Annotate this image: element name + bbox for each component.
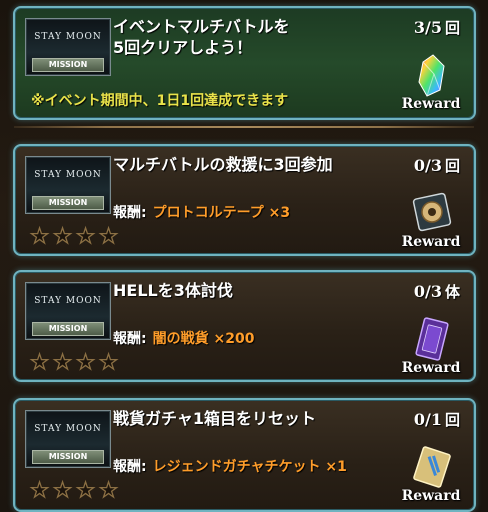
star-icon: ★ (52, 224, 72, 248)
reward-prefix: 報酬: (113, 205, 147, 221)
reward-item: レジェンドガチャチケット ×1 (152, 459, 347, 475)
mission-banner: STAY MOON MISSION (25, 18, 111, 76)
reward-label: Reward (401, 488, 461, 504)
progress-unit: 回 (444, 411, 460, 429)
reward-button[interactable]: Reward (400, 190, 462, 250)
mission-card[interactable]: STAY MOON MISSION 戦貨ガチャ1箱目をリセット 0/1 回 報酬:… (13, 398, 476, 512)
star-icon: ★ (29, 350, 49, 374)
star-icon: ★ (98, 478, 118, 502)
reward-label: Reward (401, 234, 461, 250)
banner-tag: MISSION (32, 58, 104, 72)
mission-card[interactable]: STAY MOON MISSION HELLを3体討伐 0/3 体 報酬: 闇の戦貨… (13, 270, 476, 382)
star-icon: ★ (29, 478, 49, 502)
reward-button[interactable]: Reward (400, 444, 462, 504)
mission-progress: 3/5 回 (414, 17, 460, 38)
mission-banner: STAY MOON MISSION (25, 156, 111, 214)
banner-title: STAY MOON (34, 170, 102, 180)
event-note: ※イベント期間中、1日1回達成できます (31, 93, 289, 109)
star-icon: ★ (52, 478, 72, 502)
reward-item: プロトコルテープ ×3 (152, 205, 291, 221)
banner-tag: MISSION (32, 322, 104, 336)
star-icon: ★ (98, 350, 118, 374)
reward-line: 報酬: 闇の戦貨 ×200 (113, 328, 254, 348)
reward-label: Reward (401, 96, 461, 112)
banner-title: STAY MOON (34, 32, 102, 42)
mission-title: イベントマルチバトルを 5回クリアしよう！ (113, 17, 290, 57)
reward-line: 報酬: レジェンドガチャチケット ×1 (113, 456, 347, 476)
tape-icon (412, 192, 452, 232)
dark-medal-icon (415, 317, 449, 361)
mission-card-event[interactable]: STAY MOON MISSION イベントマルチバトルを 5回クリアしよう！ … (13, 6, 476, 120)
star-rating: ★ ★ ★ ★ (29, 224, 119, 248)
progress-count: 0/1 (413, 410, 442, 429)
reward-button[interactable]: Reward (400, 316, 462, 376)
progress-count: 0/3 (413, 156, 442, 175)
mission-title: HELLを3体討伐 (113, 281, 233, 300)
mission-banner: STAY MOON MISSION (25, 410, 111, 468)
banner-title: STAY MOON (34, 424, 102, 434)
progress-unit: 回 (444, 19, 460, 37)
reward-line: 報酬: プロトコルテープ ×3 (113, 202, 290, 222)
rainbow-crystal-icon (418, 54, 445, 97)
mission-card[interactable]: STAY MOON MISSION マルチバトルの救援に3回参加 0/3 回 報酬… (13, 144, 476, 256)
reward-prefix: 報酬: (113, 459, 147, 475)
mission-progress: 0/1 回 (414, 409, 460, 430)
star-icon: ★ (75, 224, 95, 248)
reward-prefix: 報酬: (113, 331, 147, 347)
gacha-ticket-icon (413, 446, 451, 488)
mission-title: 戦貨ガチャ1箱目をリセット (113, 409, 316, 428)
progress-unit: 体 (444, 283, 460, 301)
mission-title: マルチバトルの救援に3回参加 (113, 155, 333, 174)
star-icon: ★ (98, 224, 118, 248)
banner-tag: MISSION (32, 450, 104, 464)
star-rating: ★ ★ ★ ★ (29, 478, 119, 502)
progress-unit: 回 (444, 157, 460, 175)
reward-button[interactable]: Reward (400, 52, 462, 112)
reward-item: 闇の戦貨 ×200 (152, 331, 255, 347)
mission-banner: STAY MOON MISSION (25, 282, 111, 340)
mission-progress: 0/3 体 (414, 281, 460, 302)
banner-title: STAY MOON (34, 296, 102, 306)
reward-label: Reward (401, 360, 461, 376)
star-icon: ★ (75, 350, 95, 374)
progress-count: 3/5 (413, 18, 442, 37)
star-icon: ★ (75, 478, 95, 502)
progress-count: 0/3 (413, 282, 442, 301)
star-rating: ★ ★ ★ ★ (29, 350, 119, 374)
star-icon: ★ (52, 350, 72, 374)
mission-progress: 0/3 回 (414, 155, 460, 176)
section-divider (14, 126, 474, 128)
star-icon: ★ (29, 224, 49, 248)
banner-tag: MISSION (32, 196, 104, 210)
